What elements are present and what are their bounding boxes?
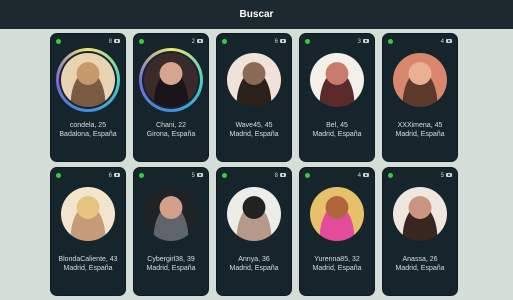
camera-icon	[280, 173, 286, 177]
profile-name: BlondaCaliente, 43	[58, 256, 118, 263]
profile-card[interactable]: 5 Cybergirl38, 39 Madrid, España	[133, 167, 209, 296]
profile-name: Wave45, 45	[235, 122, 273, 129]
profile-location: Madrid, España	[395, 265, 445, 272]
profile-location: Madrid, España	[229, 265, 279, 272]
photo-count: 6	[274, 39, 278, 45]
profile-card[interactable]: 2 Chani, 22 Girona, España	[133, 33, 209, 162]
profile-name: Yurenna85, 32	[314, 256, 360, 263]
profile-card[interactable]: 6 BlondaCaliente, 43 Madrid, España	[50, 167, 126, 296]
profile-name: Chani, 22	[156, 122, 186, 129]
camera-icon	[446, 173, 452, 177]
profile-location: Madrid, España	[146, 265, 196, 272]
profile-card[interactable]: 5 Anassa, 26 Madrid, España	[382, 167, 458, 296]
camera-icon	[280, 39, 286, 43]
photo-count: 8	[274, 173, 278, 179]
avatar[interactable]	[144, 53, 198, 107]
camera-icon	[446, 39, 452, 43]
camera-icon	[363, 39, 369, 43]
online-indicator	[222, 173, 227, 178]
online-indicator	[139, 39, 144, 44]
camera-icon	[197, 39, 203, 43]
profile-card[interactable]: 4 Yurenna85, 32 Madrid, España	[299, 167, 375, 296]
online-indicator	[56, 39, 61, 44]
profile-card[interactable]: 6 Wave45, 45 Madrid, España	[216, 33, 292, 162]
profile-card[interactable]: 8 Annya, 36 Madrid, España	[216, 167, 292, 296]
camera-icon	[114, 173, 120, 177]
profile-location: Madrid, España	[395, 131, 445, 138]
profile-grid: 8 condela, 25 Badalona, España 2 Chani, …	[0, 0, 513, 300]
online-indicator	[305, 39, 310, 44]
profile-location: Madrid, España	[312, 265, 362, 272]
photo-count: 4	[440, 39, 444, 45]
online-indicator	[388, 39, 393, 44]
avatar[interactable]	[310, 187, 364, 241]
avatar[interactable]	[144, 187, 198, 241]
online-indicator	[222, 39, 227, 44]
avatar[interactable]	[393, 187, 447, 241]
camera-icon	[363, 173, 369, 177]
online-indicator	[139, 173, 144, 178]
profile-name: Annya, 36	[238, 256, 270, 263]
profile-location: Madrid, España	[229, 131, 279, 138]
profile-card[interactable]: 8 condela, 25 Badalona, España	[50, 33, 126, 162]
profile-name: Anassa, 26	[402, 256, 438, 263]
profile-location: Girona, España	[146, 131, 196, 138]
avatar[interactable]	[393, 53, 447, 107]
photo-count: 8	[108, 39, 112, 45]
photo-count: 5	[440, 173, 444, 179]
photo-count: 5	[191, 173, 195, 179]
online-indicator	[56, 173, 61, 178]
profile-location: Madrid, España	[63, 265, 113, 272]
photo-count: 2	[191, 39, 195, 45]
profile-name: XXXimena, 45	[397, 122, 443, 129]
avatar[interactable]	[61, 187, 115, 241]
camera-icon	[114, 39, 120, 43]
avatar[interactable]	[227, 53, 281, 107]
profile-name: condela, 25	[69, 122, 107, 129]
profile-name: Cybergirl38, 39	[147, 256, 195, 263]
online-indicator	[388, 173, 393, 178]
photo-count: 6	[108, 173, 112, 179]
online-indicator	[305, 173, 310, 178]
profile-location: Badalona, España	[59, 131, 117, 138]
profile-location: Madrid, España	[312, 131, 362, 138]
profile-card[interactable]: 4 XXXimena, 45 Madrid, España	[382, 33, 458, 162]
avatar[interactable]	[227, 187, 281, 241]
camera-icon	[197, 173, 203, 177]
avatar[interactable]	[310, 53, 364, 107]
photo-count: 4	[357, 173, 361, 179]
photo-count: 3	[357, 39, 361, 45]
avatar[interactable]	[61, 53, 115, 107]
profile-card[interactable]: 3 Bel, 45 Madrid, España	[299, 33, 375, 162]
profile-name: Bel, 45	[326, 122, 348, 129]
